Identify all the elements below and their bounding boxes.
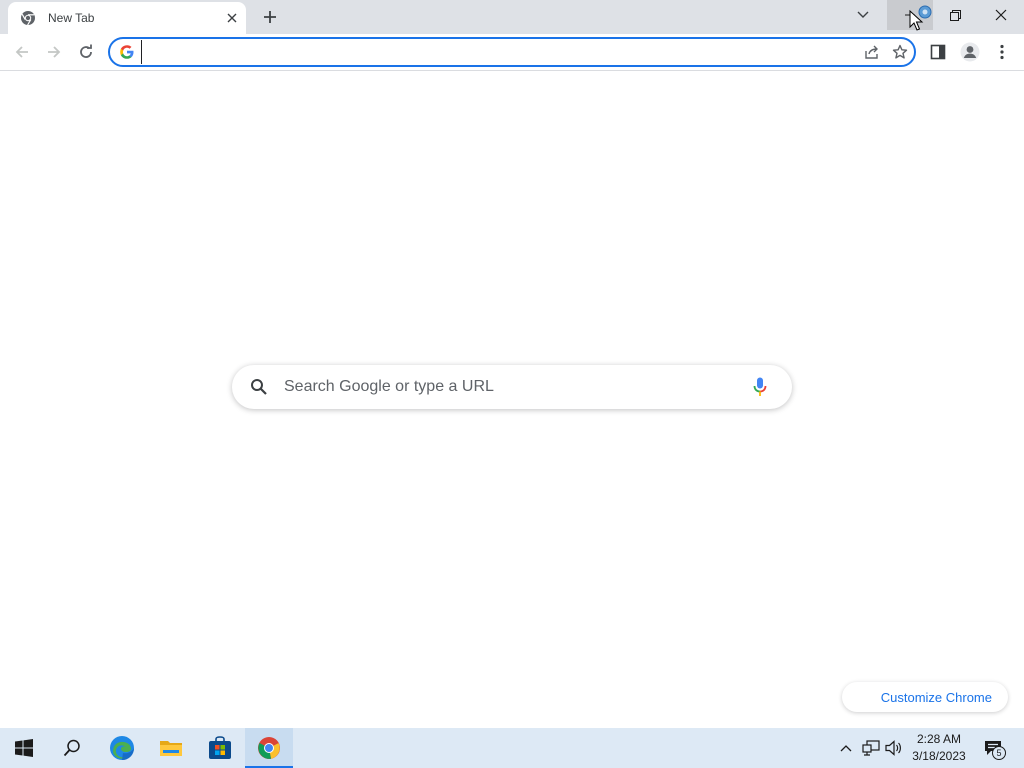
- tab-search-button[interactable]: [840, 0, 886, 30]
- mic-icon[interactable]: [748, 375, 772, 399]
- chrome-icon: [257, 736, 281, 760]
- profile-icon: [960, 42, 980, 62]
- folder-icon: [159, 738, 183, 758]
- star-icon[interactable]: [886, 39, 914, 65]
- new-tab-button[interactable]: [258, 5, 282, 29]
- search-icon: [250, 377, 270, 397]
- taskbar-clock[interactable]: 2:28 AM 3/18/2023: [908, 731, 970, 765]
- taskbar-edge[interactable]: [98, 728, 146, 768]
- side-panel-icon: [930, 44, 946, 60]
- side-panel-button[interactable]: [924, 38, 952, 66]
- toolbar: [0, 34, 1024, 71]
- reload-button[interactable]: [72, 38, 100, 66]
- tab-new-tab[interactable]: New Tab: [8, 2, 246, 34]
- profile-button[interactable]: [956, 38, 984, 66]
- customize-chrome-button[interactable]: Customize Chrome: [842, 682, 1008, 712]
- chrome-menu-button[interactable]: [988, 38, 1016, 66]
- close-icon[interactable]: [222, 8, 242, 28]
- restore-icon: [949, 9, 961, 21]
- back-button[interactable]: [8, 38, 36, 66]
- chevron-down-icon: [857, 11, 869, 19]
- tab-title: New Tab: [48, 11, 95, 25]
- windows-icon: [15, 739, 33, 757]
- reload-icon: [78, 44, 94, 60]
- restore-button[interactable]: [932, 0, 978, 30]
- clock-time: 2:28 AM: [916, 732, 962, 746]
- chrome-icon: [20, 10, 36, 26]
- plus-icon: [263, 10, 277, 24]
- close-icon: [995, 9, 1007, 21]
- ntp-search-box[interactable]: Search Google or type a URL: [232, 365, 792, 409]
- share-icon[interactable]: [858, 39, 886, 65]
- google-g-icon: [119, 44, 135, 60]
- taskbar-chrome[interactable]: [245, 728, 293, 768]
- action-center-button[interactable]: 5: [978, 734, 1008, 762]
- taskbar-store[interactable]: [196, 728, 244, 768]
- clock-date: 3/18/2023: [912, 749, 966, 763]
- window-close-button[interactable]: [978, 0, 1024, 30]
- edge-icon: [109, 735, 135, 761]
- address-input[interactable]: [141, 40, 858, 64]
- address-bar[interactable]: [108, 37, 916, 67]
- store-icon: [208, 736, 232, 760]
- taskbar-file-explorer[interactable]: [147, 728, 195, 768]
- forward-icon: [46, 44, 62, 60]
- taskbar-search-button[interactable]: [48, 728, 96, 768]
- search-icon: [63, 739, 81, 757]
- tab-strip: New Tab: [0, 0, 1024, 34]
- ntp-search-placeholder: Search Google or type a URL: [284, 378, 494, 395]
- back-icon: [14, 44, 30, 60]
- customize-chrome-label: Customize Chrome: [880, 689, 992, 705]
- more-vert-icon: [1000, 44, 1004, 60]
- network-icon[interactable]: [861, 738, 881, 758]
- volume-icon[interactable]: [884, 738, 904, 758]
- start-button[interactable]: [0, 728, 48, 768]
- chevron-up-icon[interactable]: [836, 738, 856, 758]
- forward-button[interactable]: [40, 38, 68, 66]
- taskbar: 2:28 AM 3/18/2023 5: [0, 728, 1024, 768]
- notification-count-badge: 5: [992, 746, 1006, 760]
- mouse-cursor: [908, 5, 938, 33]
